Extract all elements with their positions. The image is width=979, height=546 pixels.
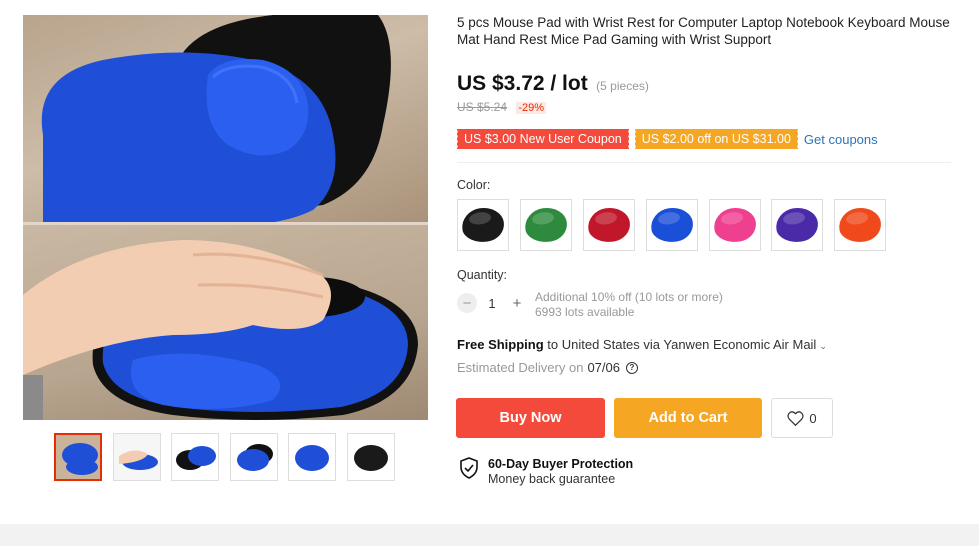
color-swatch-green[interactable]	[520, 199, 572, 251]
price-row: US $3.72 / lot (5 pieces)	[457, 72, 649, 96]
shield-check-icon	[460, 457, 478, 479]
quantity-note: Additional 10% off (10 lots or more) 699…	[535, 290, 723, 320]
thumbnail-4[interactable]	[230, 433, 278, 481]
bottom-section-bar	[0, 524, 979, 546]
help-icon[interactable]: ?	[626, 361, 638, 374]
product-photo-bottom	[23, 225, 428, 420]
pad-preview	[711, 205, 759, 245]
section-divider	[457, 162, 951, 163]
wishlist-count: 0	[809, 410, 817, 426]
pad-preview	[459, 205, 507, 245]
main-product-image[interactable]	[23, 15, 428, 420]
thumbnail-1[interactable]	[54, 433, 102, 481]
thumbnail-6[interactable]	[347, 433, 395, 481]
discount-badge: -29%	[516, 102, 547, 114]
pad-preview	[585, 205, 633, 245]
quantity-stepper: − 1 +	[457, 292, 527, 314]
store-coupon[interactable]: US $2.00 off on US $31.00	[633, 129, 798, 149]
heart-icon	[787, 410, 804, 426]
thumbnail-image	[56, 435, 100, 479]
estimated-delivery: Estimated Delivery on 07/06 ?	[457, 360, 638, 375]
thumbnail-5[interactable]	[288, 433, 336, 481]
stock-available-text: 6993 lots available	[535, 305, 635, 319]
color-swatch-purple[interactable]	[771, 199, 823, 251]
chevron-down-icon[interactable]: ⌄	[819, 341, 827, 351]
quantity-label: Quantity:	[457, 268, 508, 282]
get-coupons-link[interactable]: Get coupons	[804, 132, 878, 147]
lot-pieces: (5 pieces)	[596, 79, 649, 93]
mouse-pads-illustration	[41, 15, 391, 225]
pad-preview	[773, 205, 821, 245]
thumbnail-2[interactable]	[113, 433, 161, 481]
color-swatch-pink[interactable]	[709, 199, 761, 251]
thumbnail-image	[231, 434, 277, 480]
new-user-coupon[interactable]: US $3.00 New User Coupon	[456, 129, 629, 149]
bulk-discount-text: Additional 10% off (10 lots or more)	[535, 290, 723, 304]
protection-title: 60-Day Buyer Protection	[488, 457, 634, 471]
delivery-label: Estimated Delivery on	[457, 360, 584, 375]
pad-preview	[648, 205, 696, 245]
shipping-method: to United States via Yanwen Economic Air…	[543, 337, 817, 352]
coupon-row: US $3.00 New User Coupon US $2.00 off on…	[456, 129, 878, 149]
buyer-protection: 60-Day Buyer Protection Money back guara…	[459, 457, 633, 487]
thumbnail-image	[114, 434, 160, 480]
product-title: 5 pcs Mouse Pad with Wrist Rest for Comp…	[457, 15, 950, 47]
color-swatch-black[interactable]	[457, 199, 509, 251]
pad-preview	[836, 205, 884, 245]
color-swatch-orange[interactable]	[834, 199, 886, 251]
wishlist-button[interactable]: 0	[771, 398, 833, 438]
hand-on-mouse-illustration	[23, 240, 418, 420]
thumbnail-image	[172, 434, 218, 480]
thumbnail-image	[289, 434, 335, 480]
protection-subtitle: Money back guarantee	[488, 472, 616, 486]
thumbnail-image	[348, 434, 394, 480]
quantity-increase-button[interactable]: +	[507, 293, 527, 313]
thumbnail-3[interactable]	[171, 433, 219, 481]
shipping-info[interactable]: Free Shipping to United States via Yanwe…	[457, 337, 827, 352]
color-swatch-blue[interactable]	[646, 199, 698, 251]
add-to-cart-button[interactable]: Add to Cart	[614, 398, 762, 438]
free-shipping-label: Free Shipping	[457, 337, 544, 352]
original-price: US $5.24	[457, 100, 508, 114]
current-price: US $3.72 / lot	[457, 72, 588, 95]
quantity-decrease-button[interactable]: −	[457, 293, 477, 313]
product-photo-top	[23, 15, 428, 225]
quantity-input[interactable]: 1	[477, 296, 507, 311]
color-swatch-red[interactable]	[583, 199, 635, 251]
pad-preview	[522, 205, 570, 245]
color-label: Color:	[457, 178, 491, 192]
old-price-row: US $5.24 -29%	[457, 100, 547, 114]
delivery-date: 07/06	[587, 360, 620, 375]
buy-now-button[interactable]: Buy Now	[456, 398, 605, 438]
